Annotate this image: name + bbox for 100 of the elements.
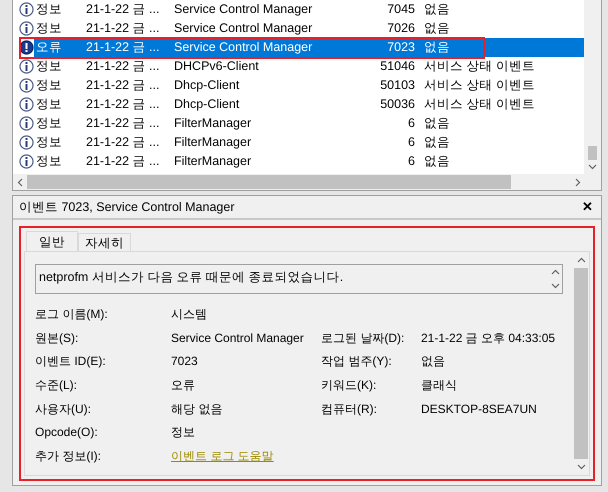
info-icon bbox=[19, 116, 34, 131]
event-row[interactable]: 정보 21-1-22 금 ... Dhcp-Client 50103 서비스 상태 이벤트 bbox=[34, 76, 584, 95]
event-id-cell-text: 6 bbox=[407, 153, 415, 170]
event-row[interactable]: 정보 21-1-22 금 ... Service Control Manager 7026 없음 bbox=[34, 19, 584, 38]
event-row[interactable]: 정보 21-1-22 금 ... DHCPv6-Client 51046 서비스 상태 이벤트 bbox=[34, 57, 584, 76]
event-row[interactable]: 정보 21-1-22 금 ... FilterManager 6 없음 bbox=[34, 152, 584, 171]
source-cell-text: FilterManager bbox=[174, 153, 252, 170]
field-value: 정보 bbox=[171, 424, 196, 442]
info-icon bbox=[19, 97, 34, 112]
info-icon bbox=[19, 59, 34, 74]
event-row[interactable]: 정보 21-1-22 금 ... Dhcp-Client 50036 서비스 상태 이벤트 bbox=[34, 95, 584, 114]
date-cell-text: 21-1-22 금 ... bbox=[86, 96, 160, 114]
scroll-up-icon[interactable] bbox=[576, 257, 586, 263]
category-cell-text: 서비스 상태 이벤트 bbox=[423, 96, 535, 114]
level-cell-text: 정보 bbox=[35, 1, 63, 18]
field-value: 없음 bbox=[421, 353, 445, 370]
info-icon bbox=[19, 21, 34, 36]
field-value: 클래식 bbox=[421, 376, 457, 394]
level-cell-text: 정보 bbox=[35, 115, 63, 132]
scroll-up-icon[interactable] bbox=[550, 269, 560, 275]
field-label: Opcode(O): bbox=[35, 424, 99, 442]
field-label: 이벤트 ID(E): bbox=[35, 353, 107, 370]
category-cell-text: 없음 bbox=[423, 134, 450, 152]
date-cell-text: 21-1-22 금 ... bbox=[86, 1, 160, 18]
field-label: 컴퓨터(R): bbox=[321, 400, 378, 418]
level-cell-text: 정보 bbox=[35, 153, 63, 170]
category-cell-text: 없음 bbox=[423, 115, 450, 132]
event-id-cell-text: 7026 bbox=[386, 20, 415, 38]
event-message: netprofm 서비스가 다음 오류 때문에 종료되었습니다. bbox=[38, 269, 344, 286]
field-value: 7023 bbox=[171, 353, 199, 370]
level-cell-text: 오류 bbox=[35, 39, 63, 56]
category-cell-text: 서비스 상태 이벤트 bbox=[423, 58, 535, 76]
event-id-cell-text: 6 bbox=[407, 115, 415, 132]
date-cell-text: 21-1-22 금 ... bbox=[86, 77, 160, 94]
vertical-scrollbar[interactable] bbox=[584, 0, 601, 174]
event-id-cell-text: 50036 bbox=[379, 96, 415, 114]
level-cell-text: 정보 bbox=[35, 134, 63, 152]
scroll-down-icon[interactable] bbox=[588, 164, 597, 170]
field-label: 키워드(K): bbox=[321, 376, 378, 394]
field-label: 로그 이름(M): bbox=[35, 306, 109, 323]
horizontal-scrollbar[interactable] bbox=[13, 174, 601, 190]
event-row[interactable]: 정보 21-1-22 금 ... Service Control Manager 7045 없음 bbox=[34, 0, 584, 19]
source-cell-text: Service Control Manager bbox=[174, 1, 314, 18]
field-label: 추가 정보(I): bbox=[35, 448, 102, 465]
field-value: DESKTOP-8SEA7UN bbox=[421, 400, 537, 418]
error-icon bbox=[19, 40, 34, 55]
close-button[interactable]: ✕ bbox=[582, 197, 593, 217]
event-id-cell-text: 7023 bbox=[386, 39, 415, 56]
date-cell-text: 21-1-22 금 ... bbox=[86, 153, 160, 170]
source-cell-text: FilterManager bbox=[174, 134, 252, 152]
scroll-right-icon[interactable] bbox=[575, 178, 581, 186]
field-label: 사용자(U): bbox=[35, 400, 92, 418]
info-icon bbox=[19, 135, 34, 150]
date-cell-text: 21-1-22 금 ... bbox=[86, 20, 160, 38]
field-label: 작업 범주(Y): bbox=[321, 353, 393, 370]
category-cell-text: 없음 bbox=[423, 153, 450, 170]
field-value: 21-1-22 금 오후 04:33:05 bbox=[421, 330, 556, 347]
event-row[interactable]: 오류 21-1-22 금 ... Service Control Manager 7023 없음 bbox=[34, 38, 584, 57]
date-cell-text: 21-1-22 금 ... bbox=[86, 115, 160, 132]
scroll-down-icon[interactable] bbox=[576, 464, 586, 470]
scroll-down-icon[interactable] bbox=[550, 283, 560, 289]
category-cell-text: 없음 bbox=[423, 20, 450, 38]
scroll-thumb[interactable] bbox=[27, 175, 511, 189]
category-cell-text: 없음 bbox=[423, 1, 450, 18]
event-id-cell-text: 51046 bbox=[379, 58, 415, 76]
tab[interactable]: 일반 bbox=[26, 231, 78, 251]
date-cell-text: 21-1-22 금 ... bbox=[86, 58, 160, 76]
scroll-thumb[interactable] bbox=[574, 268, 588, 459]
event-id-cell-text: 7045 bbox=[386, 1, 415, 18]
source-cell-text: Dhcp-Client bbox=[174, 77, 240, 94]
event-id-cell-text: 6 bbox=[407, 134, 415, 152]
category-cell-text: 서비스 상태 이벤트 bbox=[423, 77, 535, 94]
field-label: 원본(S): bbox=[35, 330, 80, 347]
level-cell-text: 정보 bbox=[35, 58, 63, 76]
info-icon bbox=[19, 78, 34, 93]
source-cell-text: Dhcp-Client bbox=[174, 96, 240, 114]
source-cell-text: DHCPv6-Client bbox=[174, 58, 260, 76]
category-cell-text: 없음 bbox=[423, 39, 450, 56]
source-cell-text: Service Control Manager bbox=[174, 39, 314, 56]
field-value: Service Control Manager bbox=[171, 330, 305, 347]
field-label: 로그된 날짜(D): bbox=[321, 330, 406, 347]
field-value: 시스템 bbox=[171, 306, 208, 323]
level-cell-text: 정보 bbox=[35, 20, 63, 38]
date-cell-text: 21-1-22 금 ... bbox=[86, 39, 160, 56]
detail-title: 이벤트 7023, Service Control Manager bbox=[19, 198, 234, 216]
scroll-left-icon[interactable] bbox=[17, 178, 23, 186]
level-cell-text: 정보 bbox=[35, 77, 63, 94]
tab[interactable]: 자세히 bbox=[78, 233, 131, 251]
level-cell-text: 정보 bbox=[35, 96, 63, 114]
date-cell-text: 21-1-22 금 ... bbox=[86, 134, 160, 152]
source-cell-text: Service Control Manager bbox=[174, 20, 314, 38]
event-row[interactable]: 정보 21-1-22 금 ... FilterManager 6 없음 bbox=[34, 114, 584, 133]
scroll-thumb[interactable] bbox=[588, 146, 597, 160]
field-label: 수준(L): bbox=[35, 376, 78, 394]
source-cell-text: FilterManager bbox=[174, 115, 252, 132]
event-row[interactable]: 정보 21-1-22 금 ... FilterManager 6 없음 bbox=[34, 133, 584, 152]
field-value: 해당 없음 bbox=[171, 400, 224, 418]
info-icon bbox=[19, 154, 34, 169]
field-value: 오류 bbox=[171, 376, 196, 394]
event-id-cell-text: 50103 bbox=[379, 77, 415, 94]
